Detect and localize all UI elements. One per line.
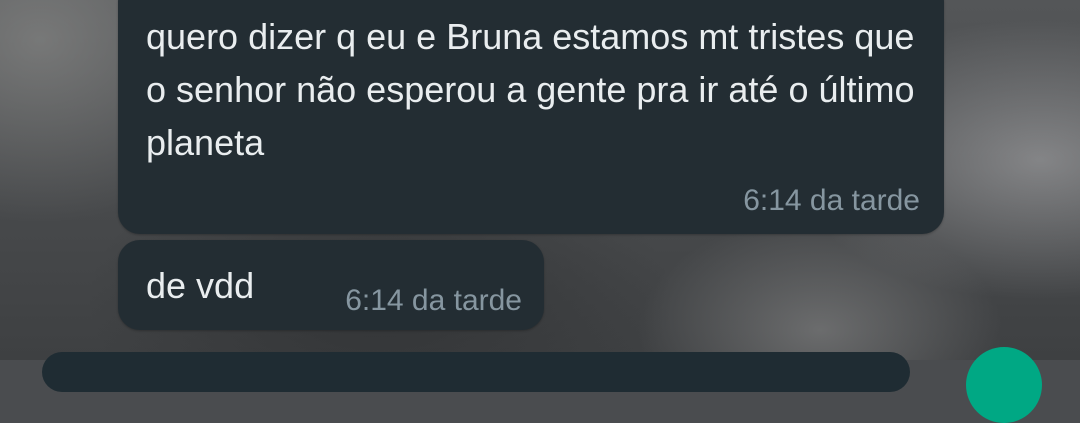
send-button[interactable] bbox=[966, 347, 1042, 423]
message-bubble[interactable]: quero dizer q eu e Bruna estamos mt tris… bbox=[118, 0, 944, 234]
message-timestamp: 6:14 da tarde bbox=[743, 184, 920, 217]
message-timestamp: 6:14 da tarde bbox=[345, 284, 522, 317]
message-input-bar[interactable] bbox=[42, 352, 910, 392]
message-text: de vdd bbox=[146, 265, 255, 306]
message-bubble[interactable]: de vdd 6:14 da tarde bbox=[118, 240, 544, 330]
message-text: quero dizer q eu e Bruna estamos mt tris… bbox=[146, 16, 915, 163]
